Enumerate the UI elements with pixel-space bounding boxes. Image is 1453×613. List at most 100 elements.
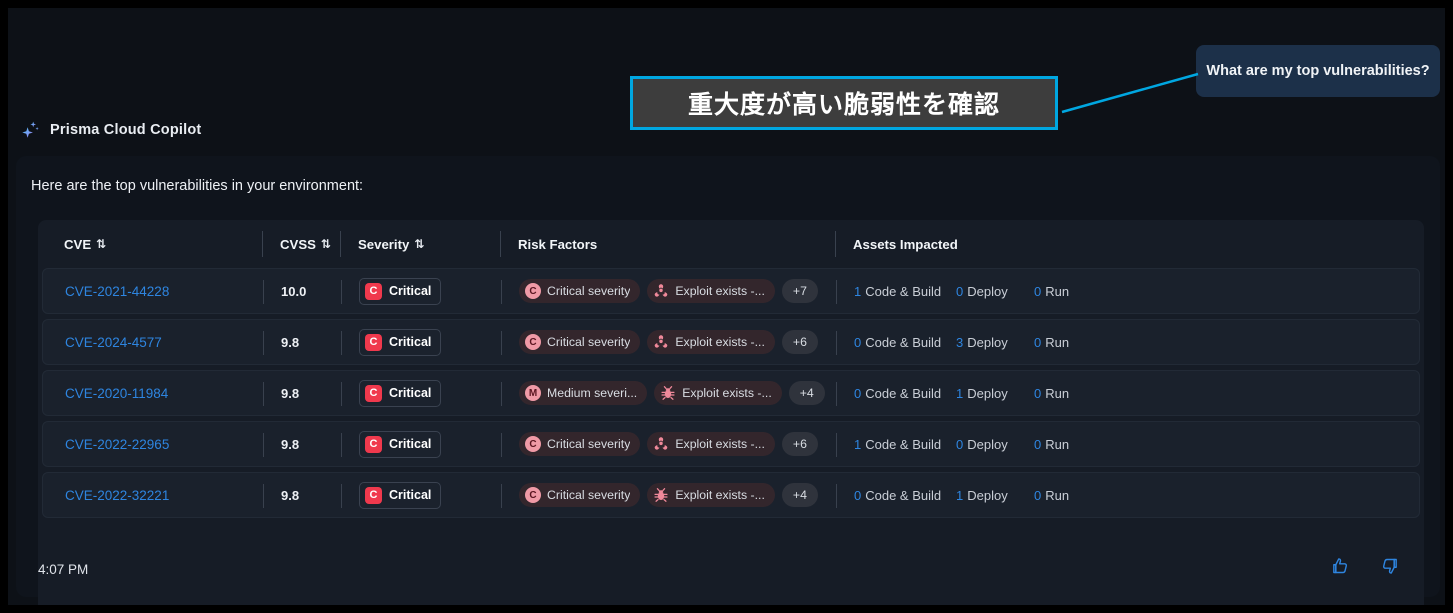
cell-assets-impacted: 0 Code & Build 3 Deploy 0 Run bbox=[836, 320, 1419, 364]
cvss-value: 9.8 bbox=[281, 334, 300, 350]
cell-cvss: 9.8 bbox=[263, 422, 341, 466]
column-header-severity[interactable]: Severity ⇅ bbox=[340, 229, 500, 259]
sparkle-icon bbox=[22, 121, 39, 138]
asset-item: 0 Deploy bbox=[956, 437, 1034, 452]
risk-factor-more-chip[interactable]: +6 bbox=[781, 330, 818, 354]
bug-icon bbox=[661, 386, 675, 400]
risk-factor-chip[interactable]: C Critical severity bbox=[519, 432, 641, 456]
cell-divider bbox=[263, 280, 264, 304]
cell-cvss: 9.8 bbox=[263, 320, 341, 364]
intro-text: Here are the top vulnerabilities in your… bbox=[31, 178, 364, 194]
cve-link[interactable]: CVE-2022-22965 bbox=[65, 437, 169, 452]
cell-cve: CVE-2022-22965 bbox=[43, 422, 263, 466]
asset-count: 0 bbox=[854, 334, 862, 350]
cell-divider bbox=[836, 433, 837, 457]
biohazard-icon bbox=[655, 437, 668, 450]
risk-factor-chip[interactable]: C Critical severity bbox=[519, 483, 641, 507]
message-timestamp: 4:07 PM bbox=[38, 562, 89, 577]
column-header-cvss-label: CVSS bbox=[280, 236, 316, 252]
cve-link[interactable]: CVE-2020-11984 bbox=[65, 386, 168, 401]
risk-factor-more-chip[interactable]: +4 bbox=[788, 381, 825, 405]
risk-factor-chip[interactable]: Exploit exists -... bbox=[654, 381, 782, 405]
asset-count: 3 bbox=[956, 334, 964, 350]
vulnerabilities-table: CVE ⇅ CVSS ⇅ Severity ⇅ Risk Factors Ass… bbox=[38, 220, 1424, 605]
risk-factor-chip[interactable]: Exploit exists -... bbox=[647, 432, 775, 456]
cvss-value: 10.0 bbox=[281, 283, 307, 299]
asset-count: 0 bbox=[956, 436, 964, 452]
column-header-cve-label: CVE bbox=[64, 236, 92, 252]
asset-item: 0 Run bbox=[1034, 386, 1069, 401]
asset-label: Run bbox=[1045, 334, 1070, 350]
risk-factor-more-chip[interactable]: +7 bbox=[781, 279, 818, 303]
asset-label: Deploy bbox=[967, 283, 1008, 299]
thumbs-up-icon[interactable] bbox=[1330, 556, 1350, 576]
column-header-cvss[interactable]: CVSS ⇅ bbox=[262, 229, 340, 259]
risk-factor-chip[interactable]: Exploit exists -... bbox=[647, 279, 775, 303]
cell-divider bbox=[263, 331, 264, 355]
asset-label: Deploy bbox=[967, 334, 1008, 350]
column-divider bbox=[340, 231, 341, 257]
callout-box: 重大度が高い脆弱性を確認 bbox=[630, 76, 1058, 130]
asset-count: 1 bbox=[956, 487, 964, 503]
cell-divider bbox=[836, 280, 837, 304]
risk-factor-chip[interactable]: Exploit exists -... bbox=[647, 483, 775, 507]
severity-badge: C Critical bbox=[359, 328, 442, 356]
risk-factor-more-chip[interactable]: +6 bbox=[781, 432, 818, 456]
cell-divider bbox=[836, 331, 837, 355]
risk-factor-label: Exploit exists -... bbox=[682, 386, 772, 400]
cve-link[interactable]: CVE-2024-4577 bbox=[65, 335, 162, 350]
question-bubble: What are my top vulnerabilities? bbox=[1196, 45, 1440, 97]
table-row[interactable]: CVE-2022-32221 9.8 C Critical C Critical seve… bbox=[42, 472, 1420, 518]
assets-list: 0 Code & Build 3 Deploy 0 Run bbox=[854, 335, 1069, 350]
cell-severity: C Critical bbox=[341, 371, 501, 415]
risk-factor-chip[interactable]: C Critical severity bbox=[519, 330, 641, 354]
cell-cvss: 10.0 bbox=[263, 269, 341, 313]
table-row[interactable]: CVE-2021-44228 10.0 C Critical C Critical sev… bbox=[42, 268, 1420, 314]
sort-icon[interactable]: ⇅ bbox=[321, 238, 331, 250]
cvss-value: 9.8 bbox=[281, 487, 300, 503]
cell-cve: CVE-2024-4577 bbox=[43, 320, 263, 364]
cell-risk-factors: M Medium severi... Exploit exists -... +4 bbox=[501, 371, 836, 415]
cell-divider bbox=[501, 331, 502, 355]
asset-count: 0 bbox=[854, 385, 862, 401]
cell-divider bbox=[263, 484, 264, 508]
column-header-cve[interactable]: CVE ⇅ bbox=[42, 229, 262, 259]
severity-letter-icon: C bbox=[525, 283, 541, 299]
risk-factor-chips: C Critical severity Exploit exists -... +6 bbox=[519, 330, 818, 354]
cve-link[interactable]: CVE-2022-32221 bbox=[65, 488, 169, 503]
asset-label: Code & Build bbox=[865, 334, 942, 350]
asset-label: Code & Build bbox=[865, 283, 942, 299]
risk-factor-more-chip[interactable]: +4 bbox=[781, 483, 818, 507]
risk-factor-label: Critical severity bbox=[547, 335, 631, 349]
cell-divider bbox=[341, 280, 342, 304]
asset-label: Run bbox=[1045, 385, 1070, 401]
severity-letter-icon: C bbox=[365, 282, 382, 300]
risk-factor-chip[interactable]: C Critical severity bbox=[519, 279, 641, 303]
risk-factor-label: Critical severity bbox=[547, 488, 631, 502]
cell-cvss: 9.8 bbox=[263, 473, 341, 517]
table-row[interactable]: CVE-2022-22965 9.8 C Critical C Critical seve… bbox=[42, 421, 1420, 467]
thumbs-down-icon[interactable] bbox=[1380, 556, 1400, 576]
feedback-controls bbox=[1330, 556, 1400, 576]
severity-label: Critical bbox=[389, 386, 432, 400]
severity-label: Critical bbox=[389, 488, 432, 502]
cell-divider bbox=[501, 382, 502, 406]
table-row[interactable]: CVE-2024-4577 9.8 C Critical C Critical sever… bbox=[42, 319, 1420, 365]
asset-item: 0 Run bbox=[1034, 335, 1069, 350]
risk-factor-label: Exploit exists -... bbox=[675, 488, 765, 502]
cell-risk-factors: C Critical severity Exploit exists -... +7 bbox=[501, 269, 836, 313]
column-header-risk-factors: Risk Factors bbox=[500, 229, 835, 259]
cve-link[interactable]: CVE-2021-44228 bbox=[65, 284, 169, 299]
risk-factor-chip[interactable]: M Medium severi... bbox=[519, 381, 648, 405]
risk-factor-label: Exploit exists -... bbox=[675, 335, 765, 349]
risk-factor-chip[interactable]: Exploit exists -... bbox=[647, 330, 775, 354]
cell-assets-impacted: 1 Code & Build 0 Deploy 0 Run bbox=[836, 422, 1419, 466]
assets-list: 1 Code & Build 0 Deploy 0 Run bbox=[854, 437, 1069, 452]
cell-severity: C Critical bbox=[341, 422, 501, 466]
asset-label: Run bbox=[1045, 283, 1070, 299]
table-row[interactable]: CVE-2020-11984 9.8 C Critical M Medium severi… bbox=[42, 370, 1420, 416]
asset-label: Run bbox=[1045, 487, 1070, 503]
assets-list: 1 Code & Build 0 Deploy 0 Run bbox=[854, 284, 1069, 299]
sort-icon[interactable]: ⇅ bbox=[414, 238, 424, 250]
sort-icon[interactable]: ⇅ bbox=[96, 238, 106, 250]
